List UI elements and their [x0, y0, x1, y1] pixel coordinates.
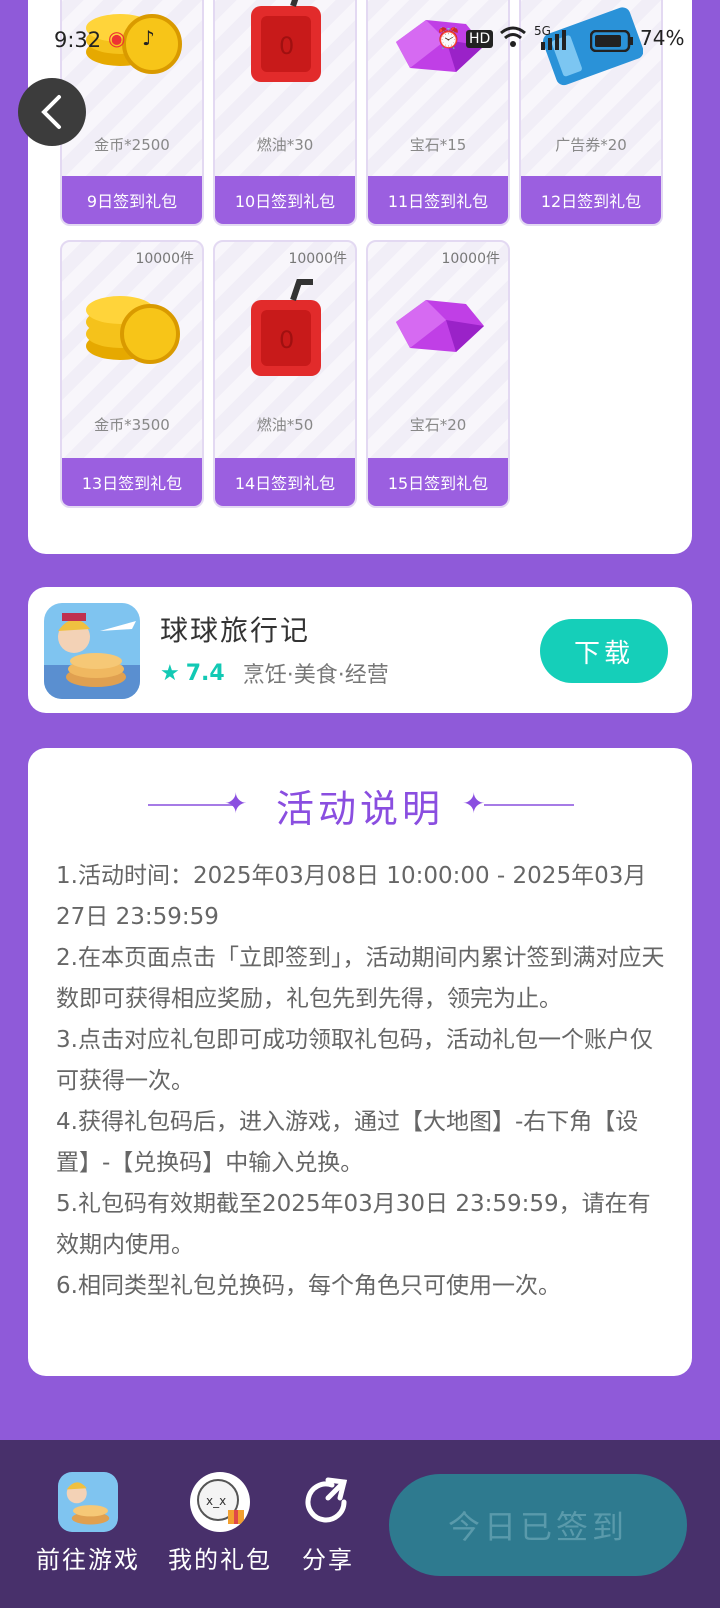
rule-item: 2.在本页面点击「立即签到」，活动期间内累计签到满对应天数即可获得相应奖励，礼包…	[56, 945, 665, 1012]
checked-in-button[interactable]: 今日已签到	[389, 1474, 687, 1576]
back-button[interactable]	[18, 78, 86, 146]
rules-title: 活动说明	[275, 787, 444, 831]
my-gifts-button[interactable]: x_x 我的礼包	[166, 1472, 274, 1575]
coins-icon	[86, 296, 180, 364]
star-icon: ★	[160, 660, 180, 686]
reward-name: 金币*2500	[94, 136, 170, 154]
reward-name: 金币*3500	[94, 416, 170, 434]
signal-icon	[540, 30, 568, 55]
reward-name: 宝石*20	[409, 416, 467, 434]
reward-qty: 10000件	[441, 251, 500, 267]
title-line-right	[484, 804, 574, 806]
game-card[interactable]: 球球旅行记 ★ 7.4 烹饪·美食·经营 下载	[28, 587, 692, 713]
goto-game-button[interactable]: 前往游戏	[34, 1472, 142, 1575]
hd-badge: HD	[466, 30, 494, 48]
rule-item: 4.获得礼包码后，进入游戏，通过【大地图】-右下角【设置】-【兑换码】中输入兑换…	[56, 1109, 639, 1176]
game-meta: ★ 7.4 烹饪·美食·经营	[160, 657, 389, 689]
goto-game-label: 前往游戏	[36, 1546, 140, 1574]
reward-item-day14[interactable]: 10000件 0 燃油*50 14日签到礼包	[213, 240, 357, 508]
reward-label: 15日签到礼包	[368, 458, 508, 506]
rule-item: 1.活动时间：2025年03月08日 10:00:00 - 2025年03月27…	[56, 863, 647, 930]
battery-icon	[589, 29, 634, 57]
reward-name: 燃油*50	[256, 416, 314, 434]
reward-label: 9日签到礼包	[62, 176, 202, 224]
bottom-bar: 前往游戏 x_x 我的礼包 分享 今日已签到	[0, 1440, 720, 1608]
gift-avatar-icon: x_x	[190, 1472, 250, 1532]
rules-card: ✦ 活动说明 ✦ 1.活动时间：2025年03月08日 10:00:00 - 2…	[28, 748, 692, 1376]
wifi-icon	[500, 26, 526, 53]
reward-label: 11日签到礼包	[368, 176, 508, 224]
battery-percent: 74%	[640, 26, 685, 50]
svg-text:x_x: x_x	[206, 1494, 226, 1508]
gem-icon	[396, 300, 484, 352]
reward-qty: 10000件	[135, 251, 194, 267]
reward-label: 13日签到礼包	[62, 458, 202, 506]
reward-item-day15[interactable]: 10000件 宝石*20 15日签到礼包	[366, 240, 510, 508]
share-button[interactable]: 分享	[296, 1472, 360, 1575]
share-label: 分享	[302, 1546, 354, 1574]
reward-label: 10日签到礼包	[215, 176, 355, 224]
rule-item: 5.礼包码有效期截至2025年03月30日 23:59:59，请在有效期内使用。	[56, 1191, 651, 1258]
reward-name: 燃油*30	[256, 136, 314, 154]
game-tags: 烹饪·美食·经营	[242, 663, 389, 688]
reward-qty: 10000件	[288, 251, 347, 267]
status-time: 9:32	[54, 28, 102, 52]
game-name: 球球旅行记	[160, 614, 311, 647]
reward-label: 14日签到礼包	[215, 458, 355, 506]
fuel-can-icon: 0	[251, 279, 321, 376]
rule-item: 3.点击对应礼包即可成功领取礼包码，活动礼包一个账户仅可获得一次。	[56, 1027, 653, 1094]
game-rating: 7.4	[185, 660, 225, 686]
status-bar: 9:32 ◉ ♪ ⏰ HD 5G 74%	[0, 0, 720, 84]
tiktok-icon: ♪	[142, 26, 155, 50]
rules-list: 1.活动时间：2025年03月08日 10:00:00 - 2025年03月27…	[56, 856, 666, 1307]
weibo-icon: ◉	[108, 26, 126, 50]
chevron-left-icon	[41, 95, 61, 129]
svg-text:0: 0	[279, 326, 294, 354]
reward-name: 广告券*20	[555, 136, 627, 154]
rule-item: 6.相同类型礼包兑换码，每个角色只可使用一次。	[56, 1273, 561, 1299]
sparkle-icon: ✦	[462, 787, 486, 820]
reward-name: 宝石*15	[409, 136, 467, 154]
my-gifts-label: 我的礼包	[168, 1546, 272, 1574]
download-button[interactable]: 下载	[540, 619, 668, 683]
reward-item-day13[interactable]: 10000件 金币*3500 13日签到礼包	[60, 240, 204, 508]
reward-label: 12日签到礼包	[521, 176, 661, 224]
game-app-icon	[44, 603, 140, 699]
rules-header: ✦ 活动说明 ✦	[28, 778, 692, 834]
share-icon	[298, 1472, 358, 1532]
game-app-icon	[58, 1472, 118, 1532]
alarm-icon: ⏰	[436, 26, 461, 50]
